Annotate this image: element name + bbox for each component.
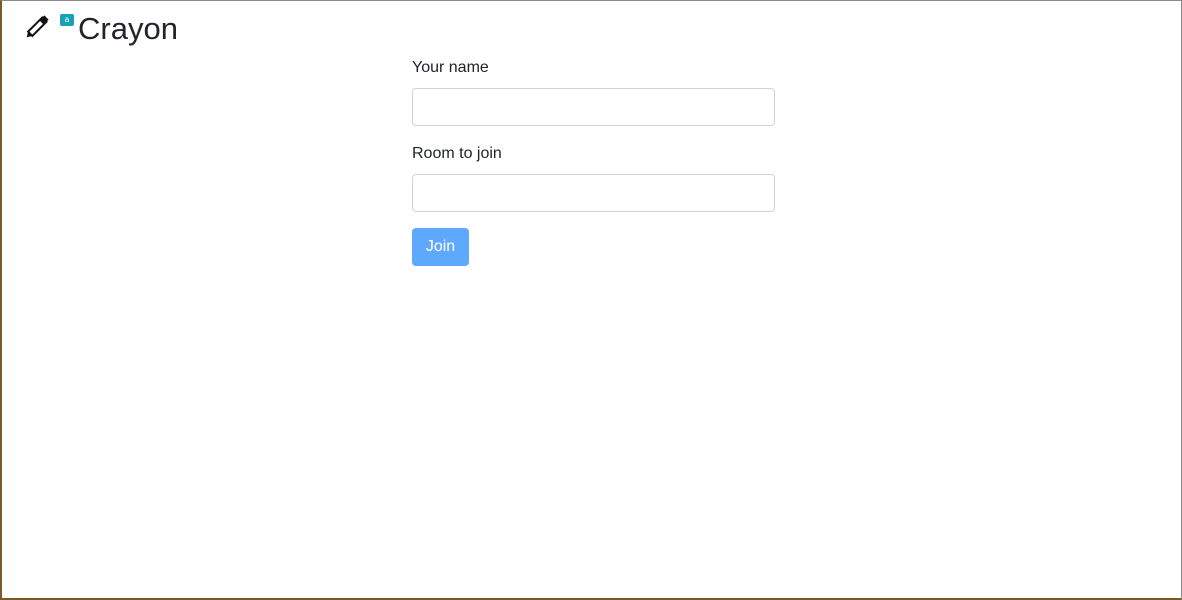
name-input[interactable] xyxy=(412,88,775,126)
join-form: Your name Room to join Join xyxy=(412,56,775,266)
name-label: Your name xyxy=(412,59,489,76)
room-input[interactable] xyxy=(412,174,775,212)
app-title: Crayon xyxy=(78,11,178,46)
header: a Crayon xyxy=(22,9,178,49)
room-label: Room to join xyxy=(412,145,502,162)
app-window: a Crayon Your name Room to join Join xyxy=(0,0,1182,600)
app-badge: a xyxy=(60,14,74,26)
join-button[interactable]: Join xyxy=(412,228,469,266)
pencil-icon xyxy=(22,10,54,42)
